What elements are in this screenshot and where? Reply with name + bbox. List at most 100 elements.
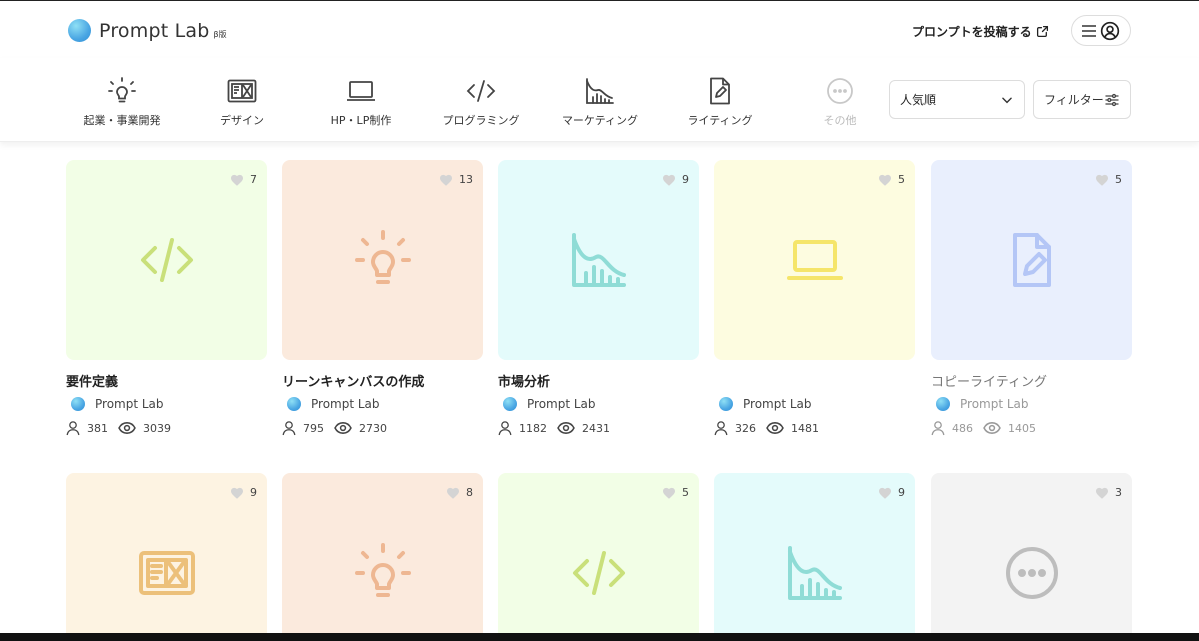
heart-icon <box>663 487 675 499</box>
heart-icon <box>440 174 452 186</box>
logo[interactable]: Prompt Lab β版 <box>68 19 227 42</box>
card-stats: 486 1405 <box>931 420 1132 436</box>
hamburger-icon <box>1082 24 1096 37</box>
card-author[interactable]: Prompt Lab <box>714 397 915 411</box>
card-title[interactable]: 要件定義 <box>66 371 267 390</box>
category-hp-lp[interactable]: HP・LP制作 <box>301 76 421 128</box>
prompt-card[interactable]: 3 <box>931 473 1132 641</box>
card-title[interactable] <box>714 371 915 389</box>
like-count[interactable]: 7 <box>230 173 257 186</box>
prompt-card[interactable]: 7 要件定義 Prompt Lab 381 3039 <box>66 160 267 436</box>
category-writing[interactable]: ライティング <box>660 76 780 128</box>
author-name: Prompt Lab <box>95 397 164 411</box>
author-name: Prompt Lab <box>743 397 812 411</box>
like-count-value: 5 <box>1115 173 1122 186</box>
card-title[interactable]: コピーライティング <box>931 371 1132 390</box>
author-avatar <box>71 397 85 411</box>
code-icon <box>140 238 193 282</box>
like-count-value: 3 <box>1115 486 1122 499</box>
prompt-card[interactable]: 9 <box>714 473 915 641</box>
author-name: Prompt Lab <box>527 397 596 411</box>
like-count[interactable]: 5 <box>878 173 905 186</box>
eye-icon <box>766 422 784 434</box>
filter-button[interactable]: フィルター <box>1033 80 1131 119</box>
prompt-card[interactable]: 5 <box>498 473 699 641</box>
sliders-icon <box>1105 93 1119 106</box>
prompt-card[interactable]: 5 Prompt Lab 326 1481 <box>714 160 915 436</box>
like-count[interactable]: 3 <box>1095 486 1122 499</box>
view-count: 3039 <box>143 421 171 435</box>
laptop-icon <box>786 240 843 280</box>
card-thumbnail: 3 <box>931 473 1132 641</box>
prompt-card[interactable]: 8 <box>282 473 483 641</box>
more-icon <box>827 78 853 104</box>
category-other[interactable]: その他 <box>780 76 900 128</box>
like-count[interactable]: 8 <box>446 486 473 499</box>
user-count-icon <box>66 421 80 436</box>
view-count: 2431 <box>582 421 610 435</box>
card-stats: 326 1481 <box>714 420 915 436</box>
chart-icon <box>586 78 614 104</box>
category-startup[interactable]: 起業・事業開発 <box>62 76 182 128</box>
card-thumbnail: 9 <box>714 473 915 641</box>
user-count-icon <box>282 421 296 436</box>
card-thumbnail: 5 <box>714 160 915 360</box>
document-pen-icon <box>710 77 730 105</box>
heart-icon <box>1096 174 1108 186</box>
sort-dropdown[interactable]: 人気順 <box>889 80 1025 119</box>
like-count-value: 9 <box>250 486 257 499</box>
like-count[interactable]: 5 <box>662 486 689 499</box>
category-marketing[interactable]: マーケティング <box>540 76 660 128</box>
card-thumbnail: 9 <box>498 160 699 360</box>
like-count-value: 8 <box>466 486 473 499</box>
user-count: 326 <box>735 421 756 435</box>
heart-icon <box>879 174 891 186</box>
prompt-card[interactable]: 9 市場分析 Prompt Lab 1182 2431 <box>498 160 699 436</box>
chevron-down-icon <box>1002 97 1012 103</box>
card-stats: 1182 2431 <box>498 420 699 436</box>
heart-icon <box>231 487 243 499</box>
sort-selected-value: 人気順 <box>900 93 937 107</box>
logo-text: Prompt Lab <box>99 19 210 42</box>
card-title[interactable]: 市場分析 <box>498 371 699 390</box>
user-count: 381 <box>87 421 108 435</box>
category-design[interactable]: デザイン <box>182 76 302 128</box>
prompt-card[interactable]: 9 <box>66 473 267 641</box>
post-prompt-label: プロンプトを投稿する <box>912 25 1032 39</box>
post-prompt-link[interactable]: プロンプトを投稿する <box>912 23 1049 40</box>
card-author[interactable]: Prompt Lab <box>931 397 1132 411</box>
card-author[interactable]: Prompt Lab <box>498 397 699 411</box>
beta-badge: β版 <box>213 30 227 39</box>
category-label: マーケティング <box>561 114 639 127</box>
author-avatar <box>719 397 733 411</box>
eye-icon <box>118 422 136 434</box>
like-count[interactable]: 13 <box>439 173 473 186</box>
category-label: その他 <box>823 114 857 127</box>
like-count[interactable]: 9 <box>662 173 689 186</box>
card-stats: 795 2730 <box>282 420 483 436</box>
card-author[interactable]: Prompt Lab <box>282 397 483 411</box>
like-count[interactable]: 5 <box>1095 173 1122 186</box>
more-icon <box>1005 547 1058 599</box>
like-count-value: 9 <box>682 173 689 186</box>
author-avatar <box>936 397 950 411</box>
document-pen-icon <box>1012 233 1051 287</box>
prompt-card[interactable]: 5 コピーライティング Prompt Lab 486 1405 <box>931 160 1132 436</box>
category-programming[interactable]: プログラミング <box>421 76 541 128</box>
prompt-card[interactable]: 13 リーンキャンバスの作成 Prompt Lab 795 2730 <box>282 160 483 436</box>
account-menu-button[interactable] <box>1071 15 1131 46</box>
heart-icon <box>879 487 891 499</box>
author-name: Prompt Lab <box>960 397 1029 411</box>
code-icon <box>572 551 625 595</box>
like-count-value: 7 <box>250 173 257 186</box>
card-thumbnail: 5 <box>498 473 699 641</box>
design-image-icon <box>138 551 195 595</box>
card-title[interactable]: リーンキャンバスの作成 <box>282 371 483 390</box>
like-count[interactable]: 9 <box>230 486 257 499</box>
view-count: 1481 <box>791 421 819 435</box>
logo-mark <box>68 19 91 42</box>
like-count[interactable]: 9 <box>878 486 905 499</box>
card-author[interactable]: Prompt Lab <box>66 397 267 411</box>
external-link-icon <box>1036 25 1048 38</box>
card-thumbnail: 5 <box>931 160 1132 360</box>
